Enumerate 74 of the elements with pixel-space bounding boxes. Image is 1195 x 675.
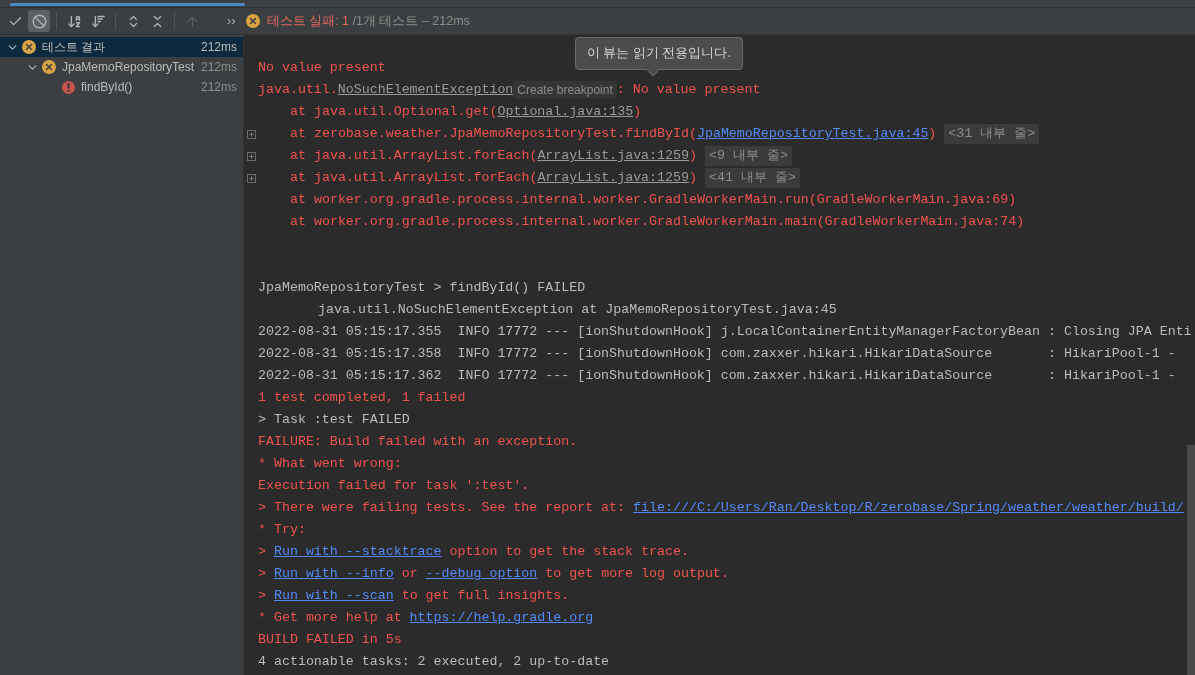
console-text: Execution failed for task ':test'. [258,477,530,496]
console-text: 2022-08-31 05:15:17.358 INFO 17772 --- [ionShutdownHook] com.zaxxer.hikari.HikariDataSource : HikariPool-1 - [258,345,1176,364]
console-text: 4 actionable tasks: 2 executed, 2 up-to-date [258,653,610,672]
failed-icon [22,40,36,54]
console-link[interactable]: file:///C:/Users/Ran/Desktop/R/zerobase/Spring/weather/weather/build/ [633,498,1184,518]
tooltip-pointer-icon [646,68,660,77]
console-text: java.util. [258,81,338,100]
duration: 212ms [200,59,237,76]
expand-icon[interactable] [246,151,256,161]
source-link[interactable]: ArrayList.java:1259 [537,168,689,188]
console-link[interactable]: JpaMemoRepositoryTest.java:45 [696,124,929,144]
console-text: to get full insights. [400,587,570,606]
test-status: 테스트 실패: 1 /1개 테스트 – 212ms [266,12,470,30]
failed-icon [245,14,260,28]
folded-lines[interactable]: <41 내부 줄> [704,168,800,188]
console-text: > [258,587,267,606]
console-text: No value present [258,59,386,78]
console-text: * Get more help at [258,609,403,628]
folded-lines[interactable]: <9 내부 줄> [704,146,792,166]
console-text: ) [633,103,642,122]
error-icon [62,80,75,94]
console-link[interactable]: --debug option [425,564,538,584]
tree-item[interactable]: JpaMemoRepositoryTest 212ms [0,57,243,77]
console-text: > There were failing tests. See the report at: [258,499,627,518]
console-text: 1 test completed, 1 failed [258,389,466,408]
console-text: at java.util.Optional.get( [290,103,498,122]
console-text: : No value present [616,81,761,100]
console-text: ) [689,169,697,188]
stop-icon [31,13,47,29]
console-text: FAILURE: Build failed with an exception. [258,433,578,452]
console-text: to get more log output. [544,565,729,584]
duration: 212ms [200,79,237,96]
console-text: BUILD FAILED in 5s [258,631,402,650]
folded-lines[interactable]: <31 내부 줄> [944,124,1040,144]
console-link[interactable]: https://help.gradle.org [409,608,594,628]
sort-icon [90,13,106,29]
source-link[interactable]: ArrayList.java:1259 [537,146,689,166]
console-text: or [400,565,419,584]
source-link[interactable]: NoSuchElementException [337,80,514,100]
console-text: > [258,543,267,562]
duration: 212ms [200,39,237,56]
sort-alphabetical-icon [66,13,82,29]
console-text: at worker.org.gradle.process.internal.worker.GradleWorkerMain.main(GradleWorkerMain.java:74) [290,213,1025,232]
console-text: * Try: [258,521,306,540]
console-text: > [258,565,267,584]
tree-item-label: JpaMemoRepositoryTest [62,59,195,76]
console-text: ) [928,125,937,144]
console-text: at java.util.ArrayList.forEach( [290,147,538,166]
console-text: ) [689,147,697,166]
source-link[interactable]: Optional.java:135 [497,102,634,122]
console-link[interactable]: Run with --info [273,564,394,584]
console-text: 2022-08-31 05:15:17.355 INFO 17772 --- [ionShutdownHook] j.LocalContainerEntityManagerFactoryBean : Closing JPA Enti [258,323,1192,342]
more-button[interactable]: ›› [227,11,236,31]
console-text: at java.util.ArrayList.forEach( [290,169,538,188]
console-text: JpaMemoRepositoryTest > findById() FAILED [258,279,586,298]
scrollbar[interactable] [1187,445,1195,675]
show-ignored-button[interactable] [28,10,50,32]
tree-item-label: 테스트 결과 [42,39,106,56]
console-text: at worker.org.gradle.process.internal.worker.GradleWorkerMain.run(GradleWorkerMain.java:69) [290,191,1017,210]
tree-item-label: findById() [81,79,133,96]
console-link[interactable]: Run with --scan [273,586,394,606]
expand-icon[interactable] [246,129,256,139]
console-text: at zerobase.weather.JpaMemoRepositoryTest.findById( [290,125,697,144]
console-text: > Task :test FAILED [258,411,410,430]
failed-icon [42,60,56,74]
tree-item[interactable]: findById() 212ms [0,77,243,97]
console-link[interactable]: Run with --stacktrace [273,542,442,562]
console-text: 2022-08-31 05:15:17.362 INFO 17772 --- [ionShutdownHook] com.zaxxer.hikari.HikariDataSource : HikariPool-1 - [258,367,1176,386]
create-breakpoint-hint[interactable]: Create breakpoint [513,81,617,99]
tree-item[interactable]: 테스트 결과 212ms [0,37,243,57]
expand-icon[interactable] [246,173,256,183]
console-text: * What went wrong: [258,455,402,474]
console-text: option to get the stack trace. [448,543,689,562]
console-text: java.util.NoSuchElementException at JpaMemoRepositoryTest.java:45 [318,301,837,320]
